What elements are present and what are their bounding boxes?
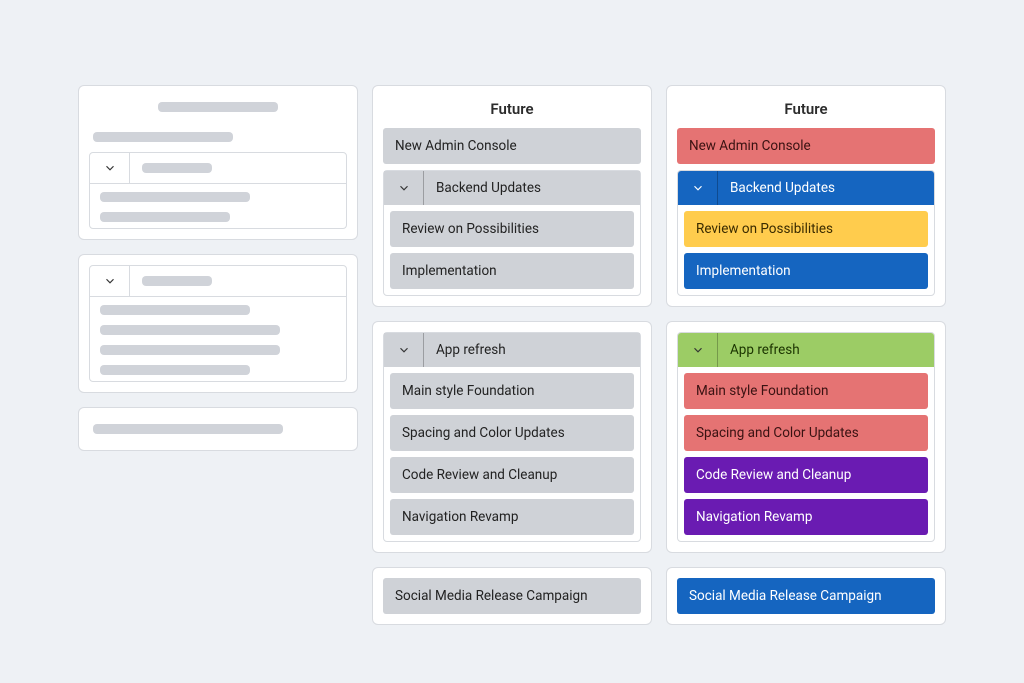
column-title: Future <box>677 96 935 128</box>
group-label: Backend Updates <box>718 180 847 196</box>
chevron-down-icon[interactable] <box>678 333 718 367</box>
group-header[interactable]: App refresh <box>678 333 934 367</box>
task-item[interactable]: Main style Foundation <box>684 373 928 409</box>
task-item[interactable]: Review on Possibilities <box>684 211 928 247</box>
skeleton-line <box>93 424 283 434</box>
column-color: Future New Admin Console Backend Updates… <box>666 85 946 683</box>
task-item[interactable]: Code Review and Cleanup <box>684 457 928 493</box>
skeleton-line <box>100 192 250 202</box>
chevron-down-icon[interactable] <box>90 266 130 296</box>
group-label: App refresh <box>424 342 518 358</box>
task-item[interactable]: Review on Possibilities <box>390 211 634 247</box>
gray-panel-1: Future New Admin Console Backend Updates… <box>372 85 652 307</box>
skeleton-line <box>93 132 233 142</box>
group-label: App refresh <box>718 342 812 358</box>
skeleton-line <box>142 276 212 286</box>
skeleton-group-head[interactable] <box>90 266 346 297</box>
group-header[interactable]: Backend Updates <box>384 171 640 205</box>
skeleton-line <box>100 212 230 222</box>
skeleton-group <box>89 265 347 382</box>
gray-panel-3: Social Media Release Campaign <box>372 567 652 625</box>
column-skeleton <box>78 85 358 683</box>
chevron-down-icon[interactable] <box>384 171 424 205</box>
color-panel-2: App refresh Main style Foundation Spacin… <box>666 321 946 553</box>
skeleton-line <box>100 345 280 355</box>
gray-panel-2: App refresh Main style Foundation Spacin… <box>372 321 652 553</box>
task-item[interactable]: Code Review and Cleanup <box>390 457 634 493</box>
task-item[interactable]: Implementation <box>390 253 634 289</box>
task-group: Backend Updates Review on Possibilities … <box>677 170 935 296</box>
task-group: App refresh Main style Foundation Spacin… <box>677 332 935 542</box>
color-panel-1: Future New Admin Console Backend Updates… <box>666 85 946 307</box>
chevron-down-icon[interactable] <box>384 333 424 367</box>
skeleton-line <box>100 325 280 335</box>
task-item[interactable]: Spacing and Color Updates <box>684 415 928 451</box>
skeleton-panel-2 <box>78 254 358 393</box>
task-group: App refresh Main style Foundation Spacin… <box>383 332 641 542</box>
skeleton-panel-1 <box>78 85 358 240</box>
group-header[interactable]: Backend Updates <box>678 171 934 205</box>
skeleton-line <box>100 305 250 315</box>
skeleton-title <box>158 102 278 112</box>
skeleton-panel-3 <box>78 407 358 451</box>
skeleton-line <box>100 365 250 375</box>
task-item[interactable]: Navigation Revamp <box>684 499 928 535</box>
task-item[interactable]: Main style Foundation <box>390 373 634 409</box>
skeleton-group-head[interactable] <box>90 153 346 184</box>
column-gray: Future New Admin Console Backend Updates… <box>372 85 652 683</box>
task-item[interactable]: New Admin Console <box>677 128 935 164</box>
column-title: Future <box>383 96 641 128</box>
task-item[interactable]: Social Media Release Campaign <box>383 578 641 614</box>
task-item[interactable]: Navigation Revamp <box>390 499 634 535</box>
task-item[interactable]: Spacing and Color Updates <box>390 415 634 451</box>
task-item[interactable]: Implementation <box>684 253 928 289</box>
group-header[interactable]: App refresh <box>384 333 640 367</box>
chevron-down-icon[interactable] <box>678 171 718 205</box>
color-panel-3: Social Media Release Campaign <box>666 567 946 625</box>
task-item[interactable]: New Admin Console <box>383 128 641 164</box>
task-group: Backend Updates Review on Possibilities … <box>383 170 641 296</box>
task-item[interactable]: Social Media Release Campaign <box>677 578 935 614</box>
skeleton-line <box>142 163 212 173</box>
skeleton-group <box>89 152 347 229</box>
chevron-down-icon[interactable] <box>90 153 130 183</box>
group-label: Backend Updates <box>424 180 553 196</box>
